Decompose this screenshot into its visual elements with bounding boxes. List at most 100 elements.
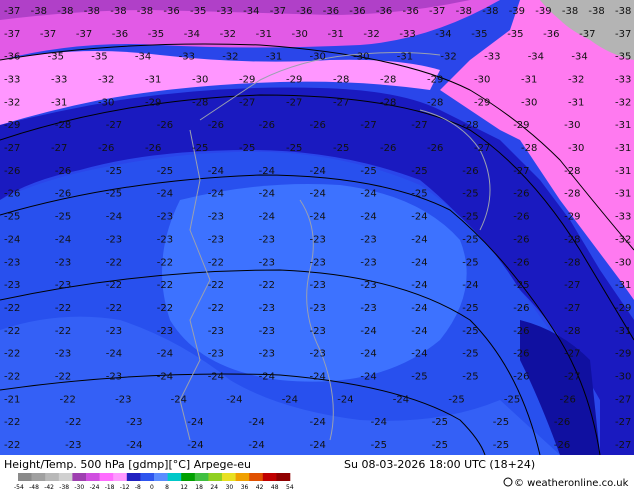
temperature-label: -35 xyxy=(148,29,164,40)
temperature-label: -36 xyxy=(296,6,312,17)
temperature-label: -29 xyxy=(145,97,161,108)
temperature-label: -23 xyxy=(208,326,224,337)
temperature-label: -23 xyxy=(360,280,376,291)
temperature-label: -31 xyxy=(615,326,631,337)
temperature-label: -23 xyxy=(157,212,173,223)
temperature-label: -36 xyxy=(4,52,20,63)
temperature-label: -31 xyxy=(397,52,413,63)
temperature-label: -36 xyxy=(163,6,179,17)
temperature-label: -30 xyxy=(564,120,580,131)
temperature-label: -24 xyxy=(157,372,173,383)
temperature-label: -24 xyxy=(360,372,376,383)
temperature-label: -23 xyxy=(4,257,20,268)
temperature-label: -31 xyxy=(615,280,631,291)
temperature-label: -34 xyxy=(571,52,587,63)
temperature-label: -25 xyxy=(432,440,448,451)
temperature-label: -24 xyxy=(310,189,326,200)
temperature-label: -23 xyxy=(259,257,275,268)
map-canvas: -37 -38 -38 -38 -38 -38 -36 -35 -33 -34 -37 -36 -36-… xyxy=(0,0,634,490)
temperature-label: -32 xyxy=(220,29,236,40)
temperature-label: -23 xyxy=(310,303,326,314)
temperature-label: -29 xyxy=(615,349,631,360)
temperature-label: -35 xyxy=(507,29,523,40)
temperature-label: -24 xyxy=(310,212,326,223)
legend-tick-label: 18 xyxy=(195,484,203,490)
legend-tick-label: -8 xyxy=(135,484,141,490)
temperature-label: -22 xyxy=(4,326,20,337)
temperature-label: -23 xyxy=(310,234,326,245)
temperature-label: -31 xyxy=(615,166,631,177)
temperature-label: -24 xyxy=(411,280,427,291)
temperature-label: -24 xyxy=(126,440,142,451)
temperature-label: -22 xyxy=(106,257,122,268)
temperature-label: -34 xyxy=(528,52,544,63)
temperature-label: -34 xyxy=(243,6,259,17)
temperature-label: -26 xyxy=(55,166,71,177)
temperature-label: -27 xyxy=(474,143,490,154)
temperature-label: -25 xyxy=(239,143,255,154)
credit: © weatheronline.co.uk xyxy=(514,478,629,489)
temperature-label: -22 xyxy=(4,303,20,314)
temperature-label: -37 xyxy=(76,29,92,40)
temperature-label: -26 xyxy=(560,394,576,405)
temperature-label: -27 xyxy=(615,440,631,451)
temperature-label: -24 xyxy=(360,212,376,223)
temperature-label: -30 xyxy=(353,52,369,63)
legend-swatch xyxy=(276,473,291,481)
temperature-label: -25 xyxy=(411,372,427,383)
temperature-label: -22 xyxy=(106,303,122,314)
temperature-label: -26 xyxy=(310,120,326,131)
temperature-label: -24 xyxy=(208,189,224,200)
temperature-label: -24 xyxy=(393,394,409,405)
legend-swatch xyxy=(99,473,114,481)
temperature-label: -36 xyxy=(349,6,365,17)
temperature-label: -22 xyxy=(259,280,275,291)
temperature-label: -25 xyxy=(462,234,478,245)
temperature-label: -38 xyxy=(588,6,604,17)
temperature-label: -23 xyxy=(360,303,376,314)
temperature-label: -28 xyxy=(380,75,396,86)
temperature-label: -23 xyxy=(208,234,224,245)
temperature-label: -24 xyxy=(187,417,203,428)
temperature-label: -32 xyxy=(363,29,379,40)
temperature-label: -29 xyxy=(427,75,443,86)
temperature-label: -38 xyxy=(57,6,73,17)
temperature-label: -27 xyxy=(564,303,580,314)
temperature-label: -29 xyxy=(513,120,529,131)
legend-swatch xyxy=(18,473,32,481)
legend-swatch xyxy=(194,473,209,481)
temperature-label: -28 xyxy=(427,97,443,108)
temperature-label: -28 xyxy=(521,143,537,154)
temperature-label: -24 xyxy=(208,372,224,383)
temperature-label: -31 xyxy=(615,143,631,154)
temperature-label: -26 xyxy=(208,120,224,131)
temperature-label: -32 xyxy=(4,97,20,108)
temperature-label: -37 xyxy=(4,29,20,40)
legend-swatch xyxy=(45,473,60,481)
temperature-label: -24 xyxy=(310,372,326,383)
temperature-label: -38 xyxy=(562,6,578,17)
temperature-label: -24 xyxy=(259,189,275,200)
temperature-label: -33 xyxy=(615,212,631,223)
temperature-label: -33 xyxy=(179,52,195,63)
temperature-label: -36 xyxy=(543,29,559,40)
legend-swatch xyxy=(72,473,87,481)
temperature-label: -25 xyxy=(4,212,20,223)
temperature-label: -26 xyxy=(157,120,173,131)
temperature-label: -26 xyxy=(98,143,114,154)
temperature-label: -34 xyxy=(435,29,451,40)
legend-swatch xyxy=(140,473,155,481)
temperature-label: -28 xyxy=(380,97,396,108)
temperature-label: -27 xyxy=(564,280,580,291)
legend-tick-label: 36 xyxy=(241,484,249,490)
temperature-label: -26 xyxy=(380,143,396,154)
temperature-label: -36 xyxy=(403,6,419,17)
temperature-label: -38 xyxy=(482,6,498,17)
temperature-label: -31 xyxy=(328,29,344,40)
legend-swatch xyxy=(126,473,141,481)
temperature-label: -36 xyxy=(376,6,392,17)
temperature-label: -32 xyxy=(98,75,114,86)
temperature-label: -30 xyxy=(615,257,631,268)
temperature-label: -25 xyxy=(157,166,173,177)
map-title: Height/Temp. 500 hPa [gdmp][°C] Arpege-e… xyxy=(4,458,251,471)
